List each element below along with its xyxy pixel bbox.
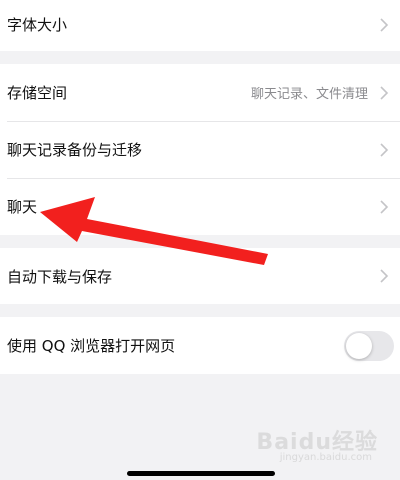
auto-download-row[interactable]: 自动下载与保存: [0, 248, 400, 304]
chevron-right-icon: [380, 269, 389, 283]
chat-backup-label: 聊天记录备份与迁移: [7, 141, 143, 159]
storage-row[interactable]: 存储空间 聊天记录、文件清理: [0, 64, 400, 121]
chevron-right-icon: [380, 17, 389, 32]
qq-browser-toggle[interactable]: [344, 330, 394, 361]
storage-detail: 聊天记录、文件清理: [250, 87, 368, 102]
storage-label: 存储空间: [7, 84, 68, 102]
settings-group-display: 字体大小: [0, 0, 400, 51]
chat-label: 聊天: [7, 198, 38, 216]
home-indicator[interactable]: [127, 471, 275, 476]
settings-group-chat: 存储空间 聊天记录、文件清理 聊天记录备份与迁移 聊天: [0, 64, 400, 235]
chevron-right-icon: [380, 199, 389, 214]
chat-backup-row[interactable]: 聊天记录备份与迁移: [0, 121, 400, 178]
qq-browser-row: 使用 QQ 浏览器打开网页: [0, 317, 400, 374]
font-size-row[interactable]: 字体大小: [0, 0, 400, 53]
settings-group-download: 自动下载与保存: [0, 248, 400, 304]
settings-group-browser: 使用 QQ 浏览器打开网页: [0, 317, 400, 374]
toggle-knob: [346, 332, 372, 359]
auto-download-label: 自动下载与保存: [7, 267, 113, 286]
font-size-label: 字体大小: [7, 16, 68, 34]
qq-browser-label: 使用 QQ 浏览器打开网页: [7, 337, 176, 355]
chevron-right-icon: [380, 142, 389, 157]
chevron-right-icon: [380, 85, 389, 100]
baidu-watermark-url: jingyan.baidu.com: [279, 452, 372, 463]
chat-row[interactable]: 聊天: [0, 178, 400, 235]
